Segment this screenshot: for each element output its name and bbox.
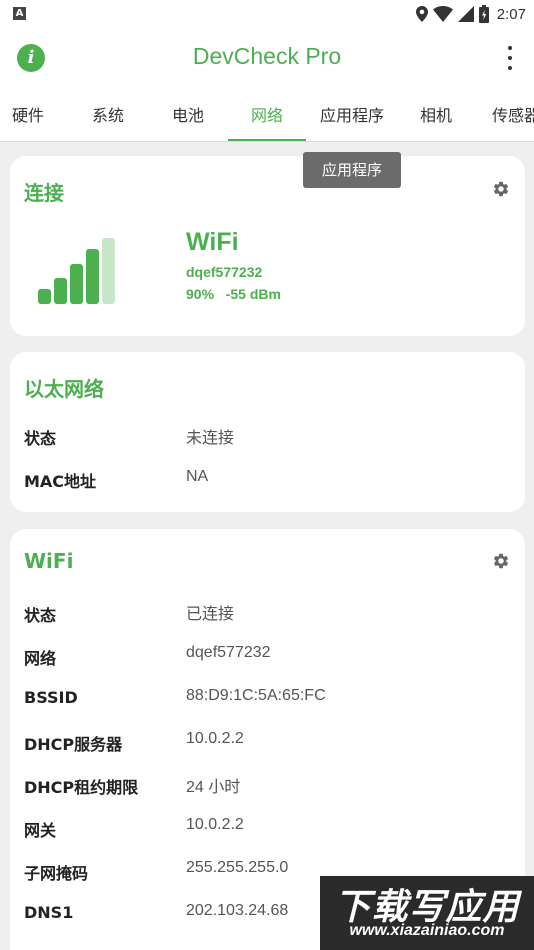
clock: 2:07 (496, 5, 526, 23)
app-title: DevCheck Pro (192, 43, 342, 69)
active-tab-indicator (228, 139, 306, 141)
tab-system[interactable]: 系统 (92, 90, 124, 141)
wifi-icon (432, 6, 453, 22)
watermark-url: www.xiazainiao.com (349, 922, 505, 939)
tab-tooltip: 应用程序 (303, 152, 401, 188)
wifi-card-title: WiFi (24, 549, 74, 573)
tab-network[interactable]: 网络 (251, 90, 283, 141)
wifi-row-value: 24 小时 (186, 779, 241, 796)
wifi-row-value: 10.0.2.2 (186, 816, 244, 833)
wifi-row-value: 10.0.2.2 (186, 730, 244, 747)
wifi-row-label: DHCP租约期限 (24, 778, 139, 797)
gear-icon[interactable] (492, 552, 510, 570)
signal-bars-icon (38, 234, 118, 304)
connection-ssid: dqef577232 (186, 264, 263, 280)
signal-bar (86, 249, 99, 304)
signal-dbm: -55 dBm (225, 286, 281, 302)
wifi-row-value: 已连接 (186, 606, 235, 623)
status-icons: 2:07 (415, 4, 526, 24)
ethernet-status-label: 状态 (24, 429, 57, 448)
tab-camera[interactable]: 相机 (420, 90, 452, 141)
connection-card: 连接 WiFi dqef577232 90% -55 dBm (10, 156, 525, 336)
cell-signal-icon (457, 6, 474, 22)
wifi-row-label: 网关 (24, 821, 57, 840)
wifi-row-label: BSSID (24, 688, 78, 707)
tab-bar: 硬件 系统 电池 网络 应用程序 相机 传感器 (0, 90, 534, 142)
ethernet-status-value: 未连接 (186, 430, 235, 447)
app-bar: i DevCheck Pro (0, 28, 534, 90)
location-icon (415, 6, 428, 22)
signal-bar (70, 264, 83, 304)
wifi-row-value: 255.255.255.0 (186, 859, 289, 876)
connection-signal: 90% -55 dBm (186, 286, 281, 302)
signal-percent: 90% (186, 286, 215, 302)
tab-battery[interactable]: 电池 (172, 90, 204, 141)
status-bar: A 2:07 (0, 0, 534, 28)
watermark-logo: 下载写应用 www.xiazainiao.com (320, 876, 534, 950)
wifi-row-label: DNS1 (24, 903, 74, 922)
signal-bar (38, 289, 51, 304)
wifi-row-label: 子网掩码 (24, 864, 89, 883)
connection-type: WiFi (186, 228, 239, 256)
wifi-row-value: dqef577232 (186, 644, 271, 661)
wifi-row-value: 202.103.24.68 (186, 902, 289, 919)
wifi-row-value: 88:D9:1C:5A:65:FC (186, 687, 326, 704)
gear-icon[interactable] (492, 180, 510, 198)
wifi-row-label: DHCP服务器 (24, 735, 123, 754)
ethernet-card: 以太网络 状态 未连接 MAC地址 NA (10, 352, 525, 512)
battery-icon (478, 5, 489, 23)
signal-bar (102, 238, 115, 304)
connection-card-title: 连接 (24, 181, 64, 205)
tab-hardware[interactable]: 硬件 (12, 90, 44, 141)
overflow-menu-icon[interactable] (500, 46, 520, 70)
signal-bar (54, 278, 67, 304)
tab-apps[interactable]: 应用程序 (320, 90, 384, 141)
tab-sensors[interactable]: 传感器 (492, 90, 534, 141)
wifi-row-label: 状态 (24, 606, 57, 625)
notification-icon: A (13, 7, 26, 20)
ethernet-card-title: 以太网络 (24, 377, 104, 401)
wifi-row-label: 网络 (24, 649, 57, 668)
ethernet-mac-label: MAC地址 (24, 472, 97, 491)
ethernet-mac-value: NA (186, 468, 209, 485)
